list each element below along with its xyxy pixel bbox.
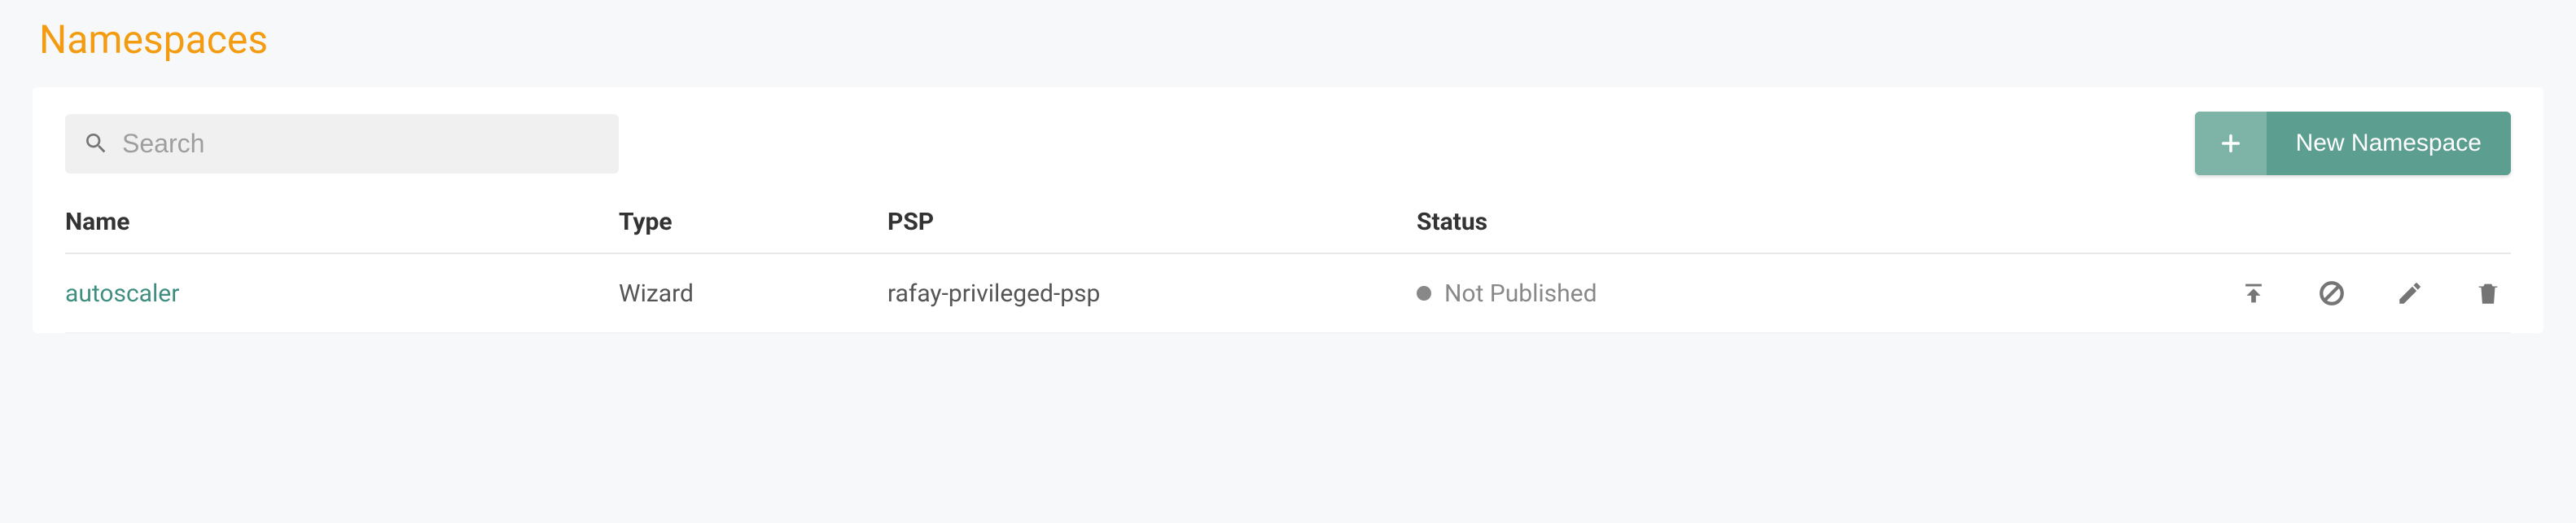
search-input[interactable] xyxy=(122,129,601,159)
page-title: Namespaces xyxy=(33,16,2543,63)
new-namespace-label: New Namespace xyxy=(2267,112,2511,175)
search-wrap xyxy=(65,114,619,174)
namespace-link[interactable]: autoscaler xyxy=(65,279,179,308)
disable-icon[interactable] xyxy=(2317,279,2346,308)
row-psp: rafay-privileged-psp xyxy=(887,279,1417,308)
status-dot-icon xyxy=(1417,286,1431,301)
delete-icon[interactable] xyxy=(2473,279,2503,308)
status-badge: Not Published xyxy=(1417,279,2068,308)
toolbar: New Namespace xyxy=(65,112,2511,175)
row-type: Wizard xyxy=(619,279,887,308)
namespaces-card: New Namespace Name Type PSP Status autos… xyxy=(33,87,2543,333)
table-header: Name Type PSP Status xyxy=(65,208,2511,254)
header-psp: PSP xyxy=(887,208,1417,236)
edit-icon[interactable] xyxy=(2395,279,2425,308)
header-type: Type xyxy=(619,208,887,236)
table-row: autoscaler Wizard rafay-privileged-psp N… xyxy=(65,254,2511,333)
publish-icon[interactable] xyxy=(2239,279,2268,308)
status-text: Not Published xyxy=(1444,279,1597,308)
header-status: Status xyxy=(1417,208,2068,236)
new-namespace-button[interactable]: New Namespace xyxy=(2195,112,2511,175)
plus-icon xyxy=(2195,112,2267,175)
header-name: Name xyxy=(65,208,619,236)
search-icon xyxy=(83,130,109,156)
